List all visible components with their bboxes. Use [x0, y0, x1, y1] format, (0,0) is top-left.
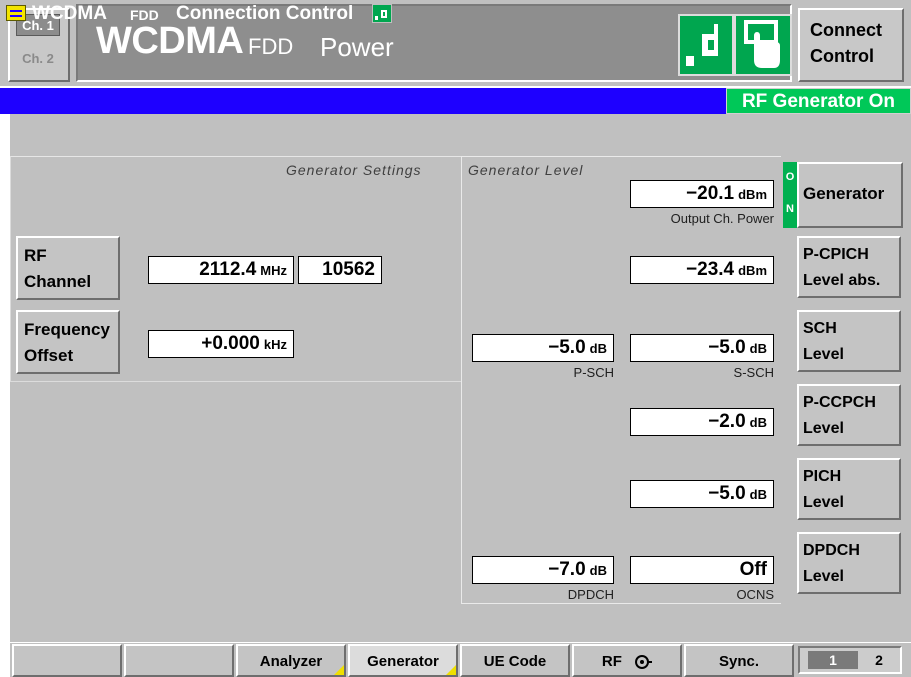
s-sch-label: S-SCH	[733, 365, 774, 380]
rf-channel-label-line2: Channel	[24, 272, 92, 291]
app-title-mode: Power	[320, 32, 394, 62]
pich-level-unit: dB	[749, 487, 767, 502]
p-ccpch-level-button[interactable]: P-CCPCH Level	[797, 384, 901, 446]
ocns-label: OCNS	[736, 587, 774, 602]
rf-frequency-field[interactable]: 2112.4 MHz	[148, 256, 294, 284]
rf-frequency-value: 2112.4	[199, 259, 257, 280]
rf-generator-status-badge: RF Generator On	[726, 88, 911, 114]
header-wcdma: WCDMA	[32, 3, 107, 24]
frequency-offset-field[interactable]: +0.000 kHz	[148, 330, 294, 358]
rf-channel-button[interactable]: RF Channel	[16, 236, 120, 300]
p-ccpch-button-line2: Level	[803, 420, 844, 437]
tab-analyzer[interactable]: Analyzer	[236, 644, 346, 677]
frequency-offset-label-line1: Frequency	[24, 320, 110, 339]
p-ccpch-level-value: −2.0	[708, 411, 746, 432]
dpdch-label: DPDCH	[567, 587, 614, 602]
tab-generator[interactable]: Generator	[348, 644, 458, 677]
output-ch-power-field[interactable]: −20.1 dBm	[630, 180, 774, 208]
tab-rf-label: RF	[601, 653, 622, 670]
page-2-button[interactable]: 2	[866, 651, 892, 669]
header-title: Connection Control	[176, 3, 354, 24]
frequency-offset-label-line2: Offset	[24, 346, 74, 365]
tab-empty-1[interactable]	[12, 644, 122, 677]
dpdch-button-line2: Level	[803, 568, 844, 585]
p-ccpch-level-field[interactable]: −2.0 dB	[630, 408, 774, 436]
ocns-value: Off	[739, 559, 767, 580]
panel-divider	[461, 156, 462, 604]
pich-level-value: −5.0	[708, 483, 746, 504]
pich-button-line1: PICH	[803, 468, 842, 485]
tab-sync[interactable]: Sync.	[684, 644, 794, 677]
pich-level-field[interactable]: −5.0 dB	[630, 480, 774, 508]
app-title: WCDMA	[96, 20, 244, 62]
generator-settings-heading: Generator Settings	[286, 162, 422, 178]
generator-level-heading: Generator Level	[468, 162, 584, 178]
p-sch-level-field[interactable]: −5.0 dB	[472, 334, 614, 362]
tab-empty-2[interactable]	[124, 644, 234, 677]
generator-on-letter-o: O	[785, 171, 795, 183]
dpdch-button-line1: DPDCH	[803, 542, 860, 559]
dpdch-level-field[interactable]: −7.0 dB	[472, 556, 614, 584]
connection-status-icon	[372, 4, 392, 23]
rf-connector-icon	[635, 655, 653, 670]
p-sch-level-value: −5.0	[548, 337, 586, 358]
rf-channel-number-value: 10562	[322, 259, 375, 280]
p-cpich-button-line2: Level abs.	[803, 272, 881, 289]
frequency-offset-unit: kHz	[263, 337, 287, 352]
pich-button-line2: Level	[803, 494, 844, 511]
p-cpich-level-button[interactable]: P-CPICH Level abs.	[797, 236, 901, 298]
output-ch-power-value: −20.1	[686, 183, 735, 204]
page-1-button[interactable]: 1	[808, 651, 858, 669]
p-cpich-level-field[interactable]: −23.4 dBm	[630, 256, 774, 284]
dpdch-level-unit: dB	[589, 563, 607, 578]
generator-on-indicator: O N	[783, 162, 797, 228]
sch-button-line1: SCH	[803, 320, 837, 337]
tab-generator-label: Generator	[367, 653, 439, 670]
s-sch-level-unit: dB	[749, 341, 767, 356]
pich-level-button[interactable]: PICH Level	[797, 458, 901, 520]
generator-on-letter-n: N	[786, 203, 794, 215]
frequency-offset-value: +0.000	[201, 333, 260, 354]
ocns-field[interactable]: Off	[630, 556, 774, 584]
frequency-offset-button[interactable]: Frequency Offset	[16, 310, 120, 374]
output-ch-power-unit: dBm	[738, 187, 767, 202]
p-cpich-button-line1: P-CPICH	[803, 246, 869, 263]
generator-button[interactable]: Generator	[797, 162, 903, 228]
tab-analyzer-marker	[334, 665, 344, 675]
connect-control-label-line1: Connect	[810, 20, 882, 40]
generator-button-label: Generator	[803, 184, 885, 203]
menu-icon[interactable]	[6, 5, 26, 21]
s-sch-level-value: −5.0	[708, 337, 746, 358]
rf-channel-label-line1: RF	[24, 246, 47, 265]
s-sch-level-field[interactable]: −5.0 dB	[630, 334, 774, 362]
tab-ue-code-label: UE Code	[483, 653, 547, 670]
dpdch-level-value: −7.0	[548, 559, 586, 580]
tab-generator-marker	[446, 665, 456, 675]
p-sch-label: P-SCH	[573, 365, 614, 380]
panel-divider-top	[461, 156, 781, 157]
connection-signal-icon[interactable]	[678, 14, 734, 76]
tab-sync-label: Sync.	[718, 653, 760, 670]
header-fdd: FDD	[130, 7, 159, 23]
connect-control-label-line2: Control	[810, 46, 874, 66]
rf-frequency-unit: MHz	[260, 263, 287, 278]
sch-button-line2: Level	[803, 346, 844, 363]
panel-divider-bottom	[461, 603, 781, 604]
output-ch-power-label: Output Ch. Power	[670, 211, 774, 226]
tab-ue-code[interactable]: UE Code	[460, 644, 570, 677]
p-ccpch-level-unit: dB	[749, 415, 767, 430]
rf-channel-number-field[interactable]: 10562	[298, 256, 382, 284]
tab-rf[interactable]: RF	[572, 644, 682, 677]
p-ccpch-button-line1: P-CCPCH	[803, 394, 876, 411]
p-cpich-level-unit: dBm	[738, 263, 767, 278]
dpdch-level-button[interactable]: DPDCH Level	[797, 532, 901, 594]
p-cpich-level-value: −23.4	[686, 259, 735, 280]
p-sch-level-unit: dB	[589, 341, 607, 356]
remote-hand-icon[interactable]	[734, 14, 792, 76]
channel-2-button[interactable]: Ch. 2	[16, 48, 60, 70]
app-title-fdd: FDD	[248, 34, 294, 59]
sch-level-button[interactable]: SCH Level	[797, 310, 901, 372]
tab-analyzer-label: Analyzer	[259, 653, 323, 670]
connect-control-button[interactable]: Connect Control	[798, 8, 904, 82]
